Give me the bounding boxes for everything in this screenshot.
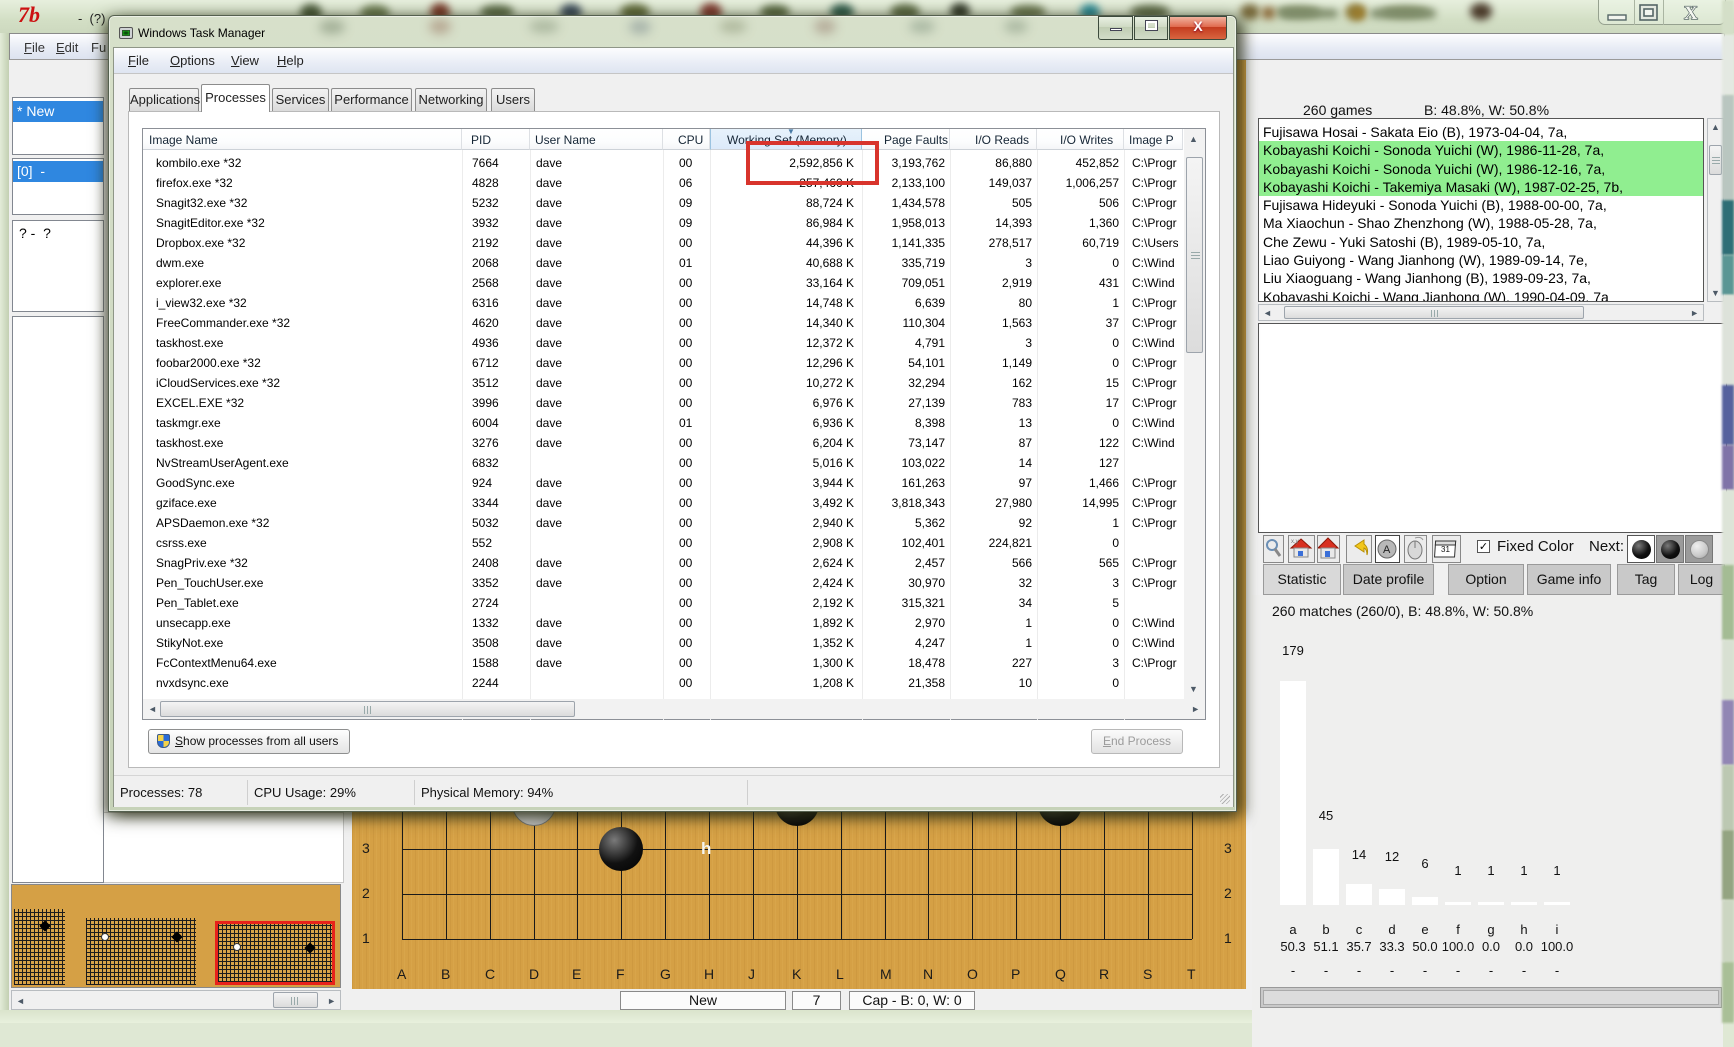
svg-text:x,y: x,y xyxy=(1291,539,1299,545)
svg-text:X: X xyxy=(1684,3,1698,23)
svg-text:31: 31 xyxy=(1441,545,1450,554)
svg-text:A: A xyxy=(1383,544,1391,556)
